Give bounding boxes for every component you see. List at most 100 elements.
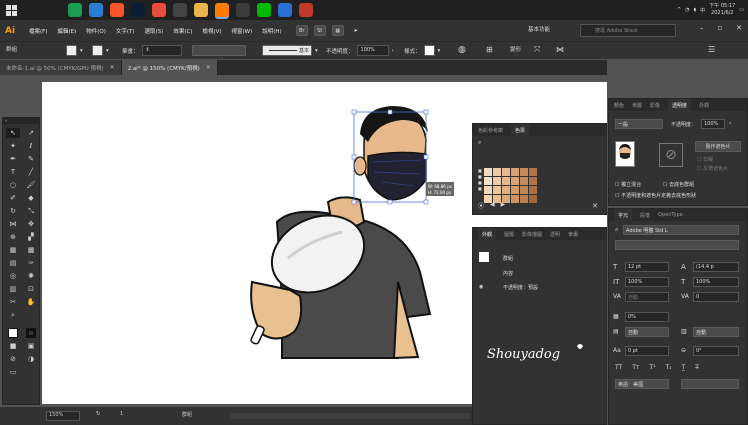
none-mode-icon[interactable]: ⊘: [6, 354, 20, 364]
menu-item[interactable]: 視窗(W): [232, 27, 253, 35]
curvature-tool-icon[interactable]: ✎: [24, 154, 38, 164]
brush-definition[interactable]: 基本 ▾: [262, 45, 318, 56]
font-style-select[interactable]: [615, 240, 739, 250]
aki-left-select[interactable]: 自動: [625, 327, 669, 337]
chrome-alt-icon[interactable]: [152, 3, 166, 17]
color-swatch[interactable]: [520, 186, 528, 194]
panel-tab[interactable]: 段落: [640, 212, 650, 219]
magic-wand-tool-icon[interactable]: ✦: [6, 141, 20, 151]
horizontal-scrollbar[interactable]: [230, 413, 470, 419]
clock[interactable]: 下午 05:17 2021/6/2: [709, 3, 735, 17]
panel-tab[interactable]: 色彩參考庫: [478, 127, 503, 134]
notification-icon[interactable]: ▭: [739, 7, 744, 13]
handle-br[interactable]: [423, 199, 429, 205]
color-swatch[interactable]: [511, 195, 519, 203]
zoom-tool-icon[interactable]: ⌕: [6, 310, 20, 320]
photoshop-icon[interactable]: [131, 3, 145, 17]
chevron-right-icon[interactable]: ›: [729, 120, 731, 127]
isolate-blending-checkbox[interactable]: ☐ 獨立混合: [615, 181, 641, 188]
color-swatch[interactable]: [511, 168, 519, 176]
panel-tab[interactable]: 影像描圖: [522, 231, 542, 238]
chevron-down-icon[interactable]: ▾: [315, 48, 318, 54]
tsume-input[interactable]: 0%: [625, 312, 669, 322]
vertical-scale-input[interactable]: 100%: [625, 277, 669, 287]
document-tab[interactable]: 未命名-1.ai @ 50% (CMYK/GPU 預視) ×: [0, 60, 122, 75]
anti-alias-select[interactable]: [681, 379, 739, 389]
scale-tool-icon[interactable]: ⤡: [24, 206, 38, 216]
selection-tool-icon[interactable]: ↖: [6, 128, 20, 138]
panel-tab[interactable]: 影像: [650, 102, 660, 109]
handle-bm[interactable]: [387, 199, 393, 205]
superscript-icon[interactable]: T¹: [649, 364, 655, 371]
color-swatch[interactable]: [529, 177, 537, 185]
color-mode-icon[interactable]: ■: [6, 341, 20, 351]
ime-icon[interactable]: 中: [700, 7, 705, 14]
panel-tab[interactable]: 漸層: [632, 102, 642, 109]
folder-icon[interactable]: ■: [478, 186, 482, 191]
panel-tab[interactable]: 色票: [511, 124, 530, 136]
brave-icon[interactable]: [110, 3, 124, 17]
chrome-icon[interactable]: [68, 3, 82, 17]
color-swatch[interactable]: [493, 168, 501, 176]
stroke-weight-input[interactable]: ⇕: [141, 45, 182, 56]
color-swatch[interactable]: [529, 195, 537, 203]
leading-input[interactable]: (14.4 p: [693, 262, 739, 272]
arrange-icon[interactable]: ▦: [331, 25, 344, 36]
eyedropper-tool-icon[interactable]: ✑: [24, 258, 38, 268]
panel-tab[interactable]: 外觀: [478, 228, 497, 240]
close-icon[interactable]: ×: [110, 64, 115, 71]
minimize-icon[interactable]: –: [700, 24, 704, 32]
workspace-switcher[interactable]: 基本功能: [528, 25, 550, 33]
handle-tm[interactable]: [387, 109, 393, 115]
folder-icon[interactable]: ■: [478, 174, 482, 179]
blend-tool-icon[interactable]: ◎: [6, 271, 20, 281]
menu-item[interactable]: 檢視(V): [202, 27, 221, 35]
puppet-warp-tool-icon[interactable]: ✥: [24, 219, 38, 229]
line-tool-icon[interactable]: ╱: [24, 167, 38, 177]
capture-icon[interactable]: [173, 3, 187, 17]
language-select[interactable]: 英語：美國: [615, 379, 669, 389]
maximize-icon[interactable]: ▫: [717, 24, 722, 32]
menu-item[interactable]: 選取(S): [145, 27, 164, 35]
search-icon[interactable]: [26, 3, 40, 17]
menu-item[interactable]: 說明(H): [262, 27, 281, 35]
underline-icon[interactable]: T̲: [682, 364, 686, 371]
media-icon[interactable]: [299, 3, 313, 17]
color-swatch[interactable]: [502, 177, 510, 185]
eye-icon[interactable]: ◉: [479, 284, 483, 290]
lasso-tool-icon[interactable]: ℓ: [24, 141, 38, 151]
ellipse-tool-icon[interactable]: ○: [6, 180, 20, 190]
knockout-group-checkbox[interactable]: ☐ 去底色群組: [663, 181, 694, 188]
direct-selection-tool-icon[interactable]: ↗: [24, 128, 38, 138]
menu-item[interactable]: 文字(T): [116, 27, 135, 35]
color-swatch[interactable]: [502, 168, 510, 176]
rotation-icon[interactable]: ↻: [96, 411, 101, 417]
selected-head-group[interactable]: [351, 106, 429, 205]
panel-tab[interactable]: 透明: [550, 231, 560, 238]
prev-icon[interactable]: ◀: [490, 201, 495, 210]
artboard-tool-icon[interactable]: ⊡: [24, 284, 38, 294]
transparency-opacity-input[interactable]: 100%: [701, 119, 725, 129]
live-paint-tool-icon[interactable]: ▞: [24, 232, 38, 242]
blend-mode-select[interactable]: 一般: [615, 119, 663, 129]
document-tab[interactable]: 2.ai* @ 150% (CMYK/預視) ×: [121, 60, 218, 75]
perspective-grid-tool-icon[interactable]: ▦: [6, 245, 20, 255]
hand-tool-icon[interactable]: ✋: [24, 297, 38, 307]
folder-icon[interactable]: [194, 3, 208, 17]
close-icon[interactable]: ✕: [592, 202, 598, 210]
appearance-opacity-row[interactable]: 不透明度：預設: [503, 284, 538, 291]
clip-checkbox[interactable]: ☐ 剪裁: [697, 156, 713, 163]
panel-tab[interactable]: 筆畫: [568, 231, 578, 238]
invert-mask-checkbox[interactable]: ☐ 反轉遮色片: [697, 165, 728, 172]
shaper-tool-icon[interactable]: ✐: [6, 193, 20, 203]
task-view-icon[interactable]: [47, 3, 61, 17]
stock-icon[interactable]: St: [313, 25, 326, 36]
gradient-tool-icon[interactable]: ▤: [6, 258, 20, 268]
color-swatch[interactable]: [502, 186, 510, 194]
folder-icon[interactable]: ■: [478, 180, 482, 185]
mask-none-icon[interactable]: ⊘: [659, 143, 683, 167]
panel-tab[interactable]: OpenType: [658, 212, 683, 218]
make-mask-button[interactable]: 製作遮色片: [695, 141, 741, 152]
volume-icon[interactable]: ◖: [694, 7, 697, 13]
screen-mode-icon[interactable]: ▭: [6, 367, 20, 377]
